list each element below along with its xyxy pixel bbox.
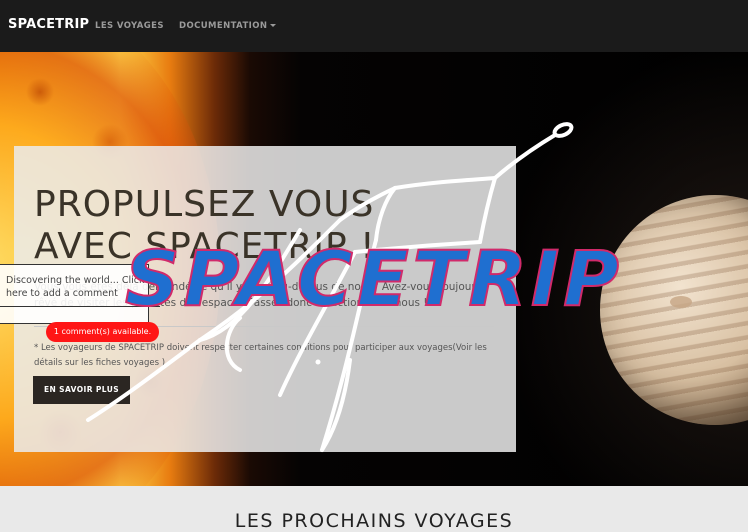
caret-down-icon xyxy=(270,24,277,27)
nav-documentation-label: DOCUMENTATION xyxy=(179,21,268,31)
nav-link-voyages[interactable]: LES VOYAGES xyxy=(95,21,164,31)
hero-title: PROPULSEZ VOUS AVEC SPACETRIP ! xyxy=(34,184,376,268)
planet-spot xyxy=(670,296,692,308)
comment-popup[interactable]: Discovering the world... Click here to a… xyxy=(0,264,149,324)
hero-title-line1: PROPULSEZ VOUS xyxy=(34,184,375,225)
brand-link[interactable]: SPACETRIP xyxy=(8,17,89,32)
navbar: SPACETRIP LES VOYAGES DOCUMENTATION xyxy=(0,0,748,52)
hero-title-line2: AVEC SPACETRIP ! xyxy=(34,226,376,267)
planet-image xyxy=(600,195,748,425)
comments-badge[interactable]: 1 comment(s) available. xyxy=(46,322,159,342)
nav-dropdown-documentation[interactable]: DOCUMENTATION xyxy=(179,21,277,31)
hero-note: * Les voyageurs de SPACETRIP doivent res… xyxy=(34,343,487,368)
learn-more-button[interactable]: EN SAVOIR PLUS xyxy=(33,376,130,404)
comment-text[interactable]: Discovering the world... Click here to a… xyxy=(6,274,146,300)
comment-divider xyxy=(0,306,160,307)
